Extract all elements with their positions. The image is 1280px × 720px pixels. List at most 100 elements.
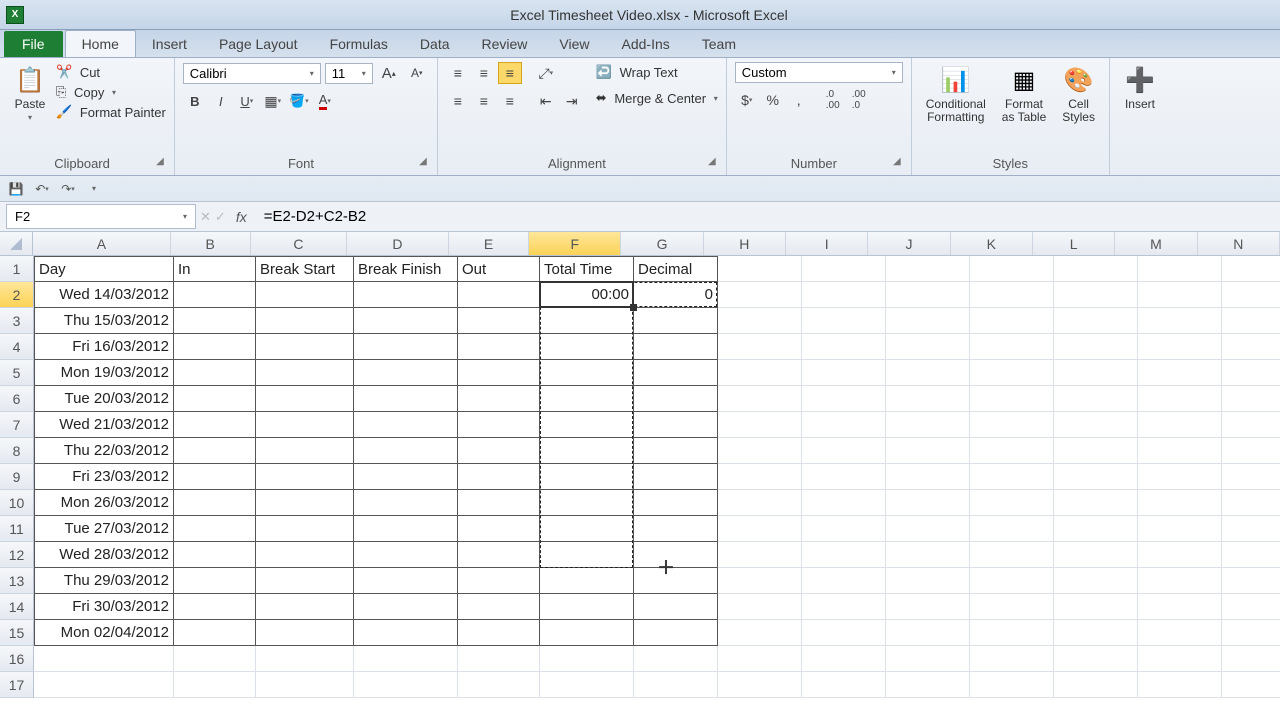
comma-button[interactable]: , — [787, 89, 811, 111]
cell-N8[interactable] — [1222, 438, 1280, 464]
cell-K15[interactable] — [970, 620, 1054, 646]
cell-E13[interactable] — [458, 568, 540, 594]
cell-B5[interactable] — [174, 360, 256, 386]
cell-A1[interactable]: Day — [34, 256, 174, 282]
tab-data[interactable]: Data — [404, 31, 466, 57]
cell-B10[interactable] — [174, 490, 256, 516]
cell-G4[interactable] — [634, 334, 718, 360]
cell-N11[interactable] — [1222, 516, 1280, 542]
cell-E1[interactable]: Out — [458, 256, 540, 282]
row-header-2[interactable]: 2 — [0, 282, 34, 308]
cell-F16[interactable] — [540, 646, 634, 672]
bold-button[interactable]: B — [183, 90, 207, 112]
column-header-H[interactable]: H — [704, 232, 786, 255]
copy-button[interactable]: ⎘ Copy ▾ — [56, 82, 166, 102]
percent-button[interactable]: % — [761, 89, 785, 111]
cell-F4[interactable] — [540, 334, 634, 360]
cell-H10[interactable] — [718, 490, 802, 516]
cell-I12[interactable] — [802, 542, 886, 568]
cell-C10[interactable] — [256, 490, 354, 516]
cell-H17[interactable] — [718, 672, 802, 698]
cell-N12[interactable] — [1222, 542, 1280, 568]
cell-J9[interactable] — [886, 464, 970, 490]
fill-color-button[interactable]: 🪣▾ — [287, 90, 311, 112]
accounting-format-button[interactable]: $▾ — [735, 89, 759, 111]
cell-I6[interactable] — [802, 386, 886, 412]
cell-K2[interactable] — [970, 282, 1054, 308]
cell-N13[interactable] — [1222, 568, 1280, 594]
cell-H13[interactable] — [718, 568, 802, 594]
cell-K6[interactable] — [970, 386, 1054, 412]
wrap-text-button[interactable]: ↩️ Wrap Text — [596, 62, 718, 82]
cell-D6[interactable] — [354, 386, 458, 412]
cell-H7[interactable] — [718, 412, 802, 438]
cell-I17[interactable] — [802, 672, 886, 698]
cell-H16[interactable] — [718, 646, 802, 672]
cell-M7[interactable] — [1138, 412, 1222, 438]
cell-H6[interactable] — [718, 386, 802, 412]
row-header-8[interactable]: 8 — [0, 438, 34, 464]
cell-B8[interactable] — [174, 438, 256, 464]
cell-N7[interactable] — [1222, 412, 1280, 438]
cell-N15[interactable] — [1222, 620, 1280, 646]
column-header-A[interactable]: A — [33, 232, 170, 255]
cell-I7[interactable] — [802, 412, 886, 438]
cell-G2[interactable]: 0 — [634, 282, 718, 308]
align-middle-button[interactable]: ≡ — [472, 62, 496, 84]
cell-G3[interactable] — [634, 308, 718, 334]
cell-F12[interactable] — [540, 542, 634, 568]
cell-I5[interactable] — [802, 360, 886, 386]
cell-L13[interactable] — [1054, 568, 1138, 594]
cell-E8[interactable] — [458, 438, 540, 464]
cell-D11[interactable] — [354, 516, 458, 542]
cell-K5[interactable] — [970, 360, 1054, 386]
cell-E4[interactable] — [458, 334, 540, 360]
align-bottom-button[interactable]: ≡ — [498, 62, 522, 84]
cell-L8[interactable] — [1054, 438, 1138, 464]
cell-E5[interactable] — [458, 360, 540, 386]
cell-M2[interactable] — [1138, 282, 1222, 308]
cell-M10[interactable] — [1138, 490, 1222, 516]
cell-H5[interactable] — [718, 360, 802, 386]
cell-D15[interactable] — [354, 620, 458, 646]
cell-M13[interactable] — [1138, 568, 1222, 594]
cell-A15[interactable]: Mon 02/04/2012 — [34, 620, 174, 646]
cell-L1[interactable] — [1054, 256, 1138, 282]
cell-B16[interactable] — [174, 646, 256, 672]
cell-D9[interactable] — [354, 464, 458, 490]
cell-C7[interactable] — [256, 412, 354, 438]
row-header-13[interactable]: 13 — [0, 568, 34, 594]
font-family-select[interactable]: Calibri▾ — [183, 63, 321, 84]
cell-M3[interactable] — [1138, 308, 1222, 334]
row-header-15[interactable]: 15 — [0, 620, 34, 646]
cell-C2[interactable] — [256, 282, 354, 308]
cell-C5[interactable] — [256, 360, 354, 386]
cell-G7[interactable] — [634, 412, 718, 438]
cell-G6[interactable] — [634, 386, 718, 412]
cell-J14[interactable] — [886, 594, 970, 620]
cell-A5[interactable]: Mon 19/03/2012 — [34, 360, 174, 386]
cell-C1[interactable]: Break Start — [256, 256, 354, 282]
italic-button[interactable]: I — [209, 90, 233, 112]
cell-D1[interactable]: Break Finish — [354, 256, 458, 282]
cell-D5[interactable] — [354, 360, 458, 386]
column-header-F[interactable]: F — [529, 232, 621, 255]
cell-A14[interactable]: Fri 30/03/2012 — [34, 594, 174, 620]
cell-J16[interactable] — [886, 646, 970, 672]
cell-K16[interactable] — [970, 646, 1054, 672]
dialog-launcher-icon[interactable]: ◢ — [419, 156, 427, 167]
align-top-button[interactable]: ≡ — [446, 62, 470, 84]
cell-H4[interactable] — [718, 334, 802, 360]
column-header-E[interactable]: E — [449, 232, 529, 255]
column-header-J[interactable]: J — [868, 232, 950, 255]
cell-M6[interactable] — [1138, 386, 1222, 412]
cell-H8[interactable] — [718, 438, 802, 464]
cell-E9[interactable] — [458, 464, 540, 490]
cell-A16[interactable] — [34, 646, 174, 672]
cell-F3[interactable] — [540, 308, 634, 334]
tab-review[interactable]: Review — [466, 31, 544, 57]
merge-center-button[interactable]: ⬌ Merge & Center ▾ — [596, 88, 718, 108]
cell-D17[interactable] — [354, 672, 458, 698]
cell-F5[interactable] — [540, 360, 634, 386]
cell-L11[interactable] — [1054, 516, 1138, 542]
